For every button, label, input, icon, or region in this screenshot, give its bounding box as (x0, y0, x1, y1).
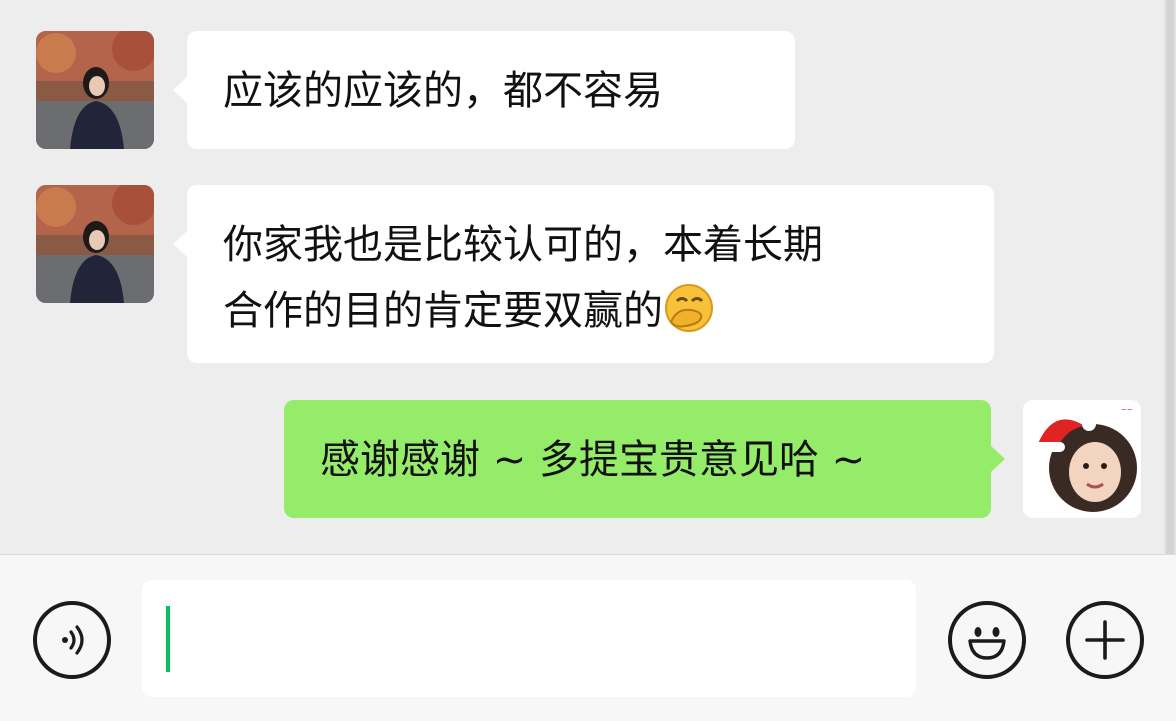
hand-over-mouth-emoji-icon (665, 284, 713, 332)
svg-text:~~: ~~ (1121, 406, 1133, 414)
text-cursor (166, 606, 170, 672)
more-button[interactable] (1066, 601, 1144, 679)
bubble-tail (991, 446, 1005, 472)
voice-input-button[interactable] (33, 601, 111, 679)
emoji-button[interactable] (948, 601, 1026, 679)
smiley-icon (968, 627, 1006, 660)
message-text: 应该的应该的，都不容易 (223, 68, 663, 114)
message-text-line: 合作的目的肯定要双赢的 (223, 278, 958, 344)
message-bubble-incoming[interactable]: 应该的应该的，都不容易 (173, 31, 795, 149)
contact-avatar[interactable] (36, 31, 154, 149)
message-text-fragment: 合作的目的肯定要双赢的 (223, 288, 663, 334)
message-bubble-incoming[interactable]: 你家我也是比较认可的，本着长期 合作的目的肯定要双赢的 (173, 185, 994, 363)
contact-avatar[interactable] (36, 185, 154, 303)
bubble-tail (173, 77, 187, 103)
message-bubble-outgoing[interactable]: 感谢感谢 ~ 多提宝贵意见哈 ~ (284, 400, 1005, 518)
message-text-line: 你家我也是比较认可的，本着长期 (223, 222, 823, 268)
bubble-tail (173, 231, 187, 257)
scrollbar[interactable] (1164, 0, 1176, 554)
chat-area[interactable]: 应该的应该的，都不容易 你家我也是比较认可的，本着长期 合作的目的肯定要双赢的 … (0, 0, 1176, 554)
input-bar (0, 554, 1176, 721)
plus-icon (1085, 620, 1125, 660)
message-input[interactable] (142, 580, 916, 697)
message-text: 感谢感谢 ~ 多提宝贵意见哈 ~ (320, 437, 866, 483)
scrollbar-thumb[interactable] (1166, 0, 1174, 554)
voice-icon (62, 625, 84, 655)
my-avatar[interactable]: ~~ (1023, 400, 1141, 518)
